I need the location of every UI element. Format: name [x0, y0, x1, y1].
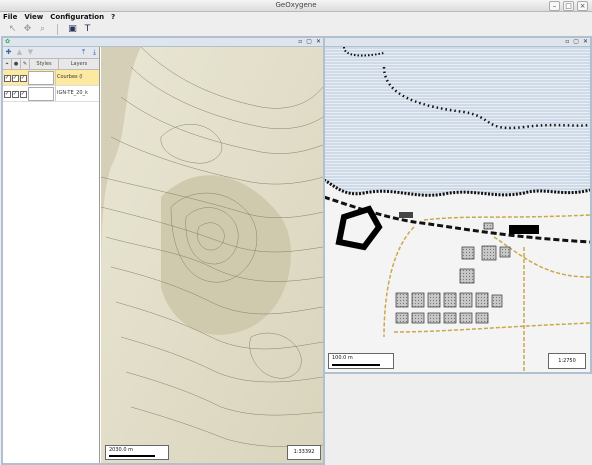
overview-ratio-box: 1:33392 — [287, 445, 321, 460]
detail-map-frame[interactable]: ▫ ▢ ✕ 100.0 m 1:2750 — [322, 36, 592, 374]
frame-iconify-button[interactable]: ▫ — [298, 38, 302, 46]
maximize-button[interactable]: □ — [563, 1, 574, 11]
overview-map-canvas[interactable]: 2030.0 m 1:33392 — [101, 47, 323, 463]
header-layers[interactable]: Layers — [59, 59, 99, 69]
close-button[interactable]: × — [577, 1, 588, 11]
layer-name[interactable]: IGN-TE_20_k — [55, 86, 99, 101]
overview-scale-bar: 2030.0 m — [105, 445, 169, 460]
header-visible-icon[interactable]: ● — [12, 59, 21, 69]
layer-visible-checkbox[interactable]: ✓ — [11, 90, 19, 98]
frame-app-icon: ✿ — [5, 38, 11, 45]
frame-close-button[interactable]: ✕ — [583, 38, 588, 46]
move-cross-icon[interactable]: ✥ — [21, 23, 34, 36]
window-title: GeOxygene — [275, 1, 317, 9]
layer-select-checkbox[interactable]: ✓ — [3, 74, 11, 82]
layer-style-preview[interactable] — [28, 70, 54, 85]
window-titlebar: GeOxygene – □ × — [0, 0, 592, 12]
menu-file[interactable]: File — [3, 12, 17, 22]
frame-maximize-button[interactable]: ▢ — [573, 38, 579, 46]
move-layer-down-icon[interactable]: ▼ — [26, 48, 35, 57]
minimize-button[interactable]: – — [549, 1, 560, 11]
select-arrow-icon[interactable]: ↖ — [6, 23, 19, 36]
detail-ratio-box: 1:2750 — [548, 353, 586, 369]
frame-maximize-button[interactable]: ▢ — [306, 38, 312, 46]
layer-top-icon[interactable]: ⤒ — [79, 48, 88, 57]
detail-scale-bar: 100.0 m — [328, 353, 394, 369]
layer-toolbar: ✚ ▲ ▼ ⤒ ⤓ — [3, 47, 99, 59]
add-layer-icon[interactable]: ✚ — [4, 48, 13, 57]
layer-edit-checkbox[interactable]: ✓ — [19, 74, 27, 82]
detail-scale-label: 100.0 m — [332, 355, 353, 361]
menu-bar: File View Configuration ? — [0, 12, 592, 22]
overview-map-svg — [101, 47, 323, 463]
layer-table-header: ⌖ ● ✎ Styles Layers — [3, 59, 99, 70]
layer-style-preview[interactable] — [28, 86, 54, 101]
zoom-icon[interactable]: ⌕ — [36, 23, 49, 36]
layer-panel: ✚ ▲ ▼ ⤒ ⤓ ⌖ ● ✎ Styles Layers ✓ ✓ ✓ Cour… — [3, 47, 100, 463]
detail-map-svg — [324, 47, 590, 372]
detail-map-titlebar[interactable]: ▫ ▢ ✕ — [324, 38, 590, 47]
text-tool-icon[interactable]: T — [81, 23, 94, 36]
overview-ratio-label: 1:33392 — [293, 449, 315, 455]
overview-scale-label: 2030.0 m — [109, 447, 133, 453]
layer-visible-checkbox[interactable]: ✓ — [11, 74, 19, 82]
header-styles[interactable]: Styles — [30, 59, 59, 69]
frame-close-button[interactable]: ✕ — [316, 38, 321, 46]
move-layer-up-icon[interactable]: ▲ — [15, 48, 24, 57]
header-edit-icon[interactable]: ✎ — [21, 59, 30, 69]
menu-configuration[interactable]: Configuration — [50, 12, 104, 22]
menu-help[interactable]: ? — [111, 12, 115, 22]
layer-row[interactable]: ✓ ✓ ✓ Courbes (l — [3, 70, 99, 86]
detail-ratio-label: 1:2750 — [558, 358, 576, 364]
toolbar-separator — [57, 23, 58, 35]
main-toolbar: ↖ ✥ ⌕ ▣ T — [0, 22, 592, 36]
layer-row[interactable]: ✓ ✓ ✓ IGN-TE_20_k — [3, 86, 99, 102]
overview-map-frame[interactable]: ✿ ▫ ▢ ✕ ✚ ▲ ▼ ⤒ ⤓ ⌖ ● ✎ Styles Layers ✓ … — [1, 36, 325, 465]
layer-name[interactable]: Courbes (l — [55, 70, 99, 85]
layer-edit-checkbox[interactable]: ✓ — [19, 90, 27, 98]
layer-select-checkbox[interactable]: ✓ — [3, 90, 11, 98]
header-select-icon[interactable]: ⌖ — [3, 59, 12, 69]
layer-bottom-icon[interactable]: ⤓ — [90, 48, 99, 57]
overview-map-titlebar[interactable]: ✿ ▫ ▢ ✕ — [3, 38, 323, 47]
frame-iconify-button[interactable]: ▫ — [565, 38, 569, 46]
menu-view[interactable]: View — [24, 12, 43, 22]
detail-map-canvas[interactable]: 100.0 m 1:2750 — [324, 47, 590, 372]
map-window-icon[interactable]: ▣ — [66, 23, 79, 36]
